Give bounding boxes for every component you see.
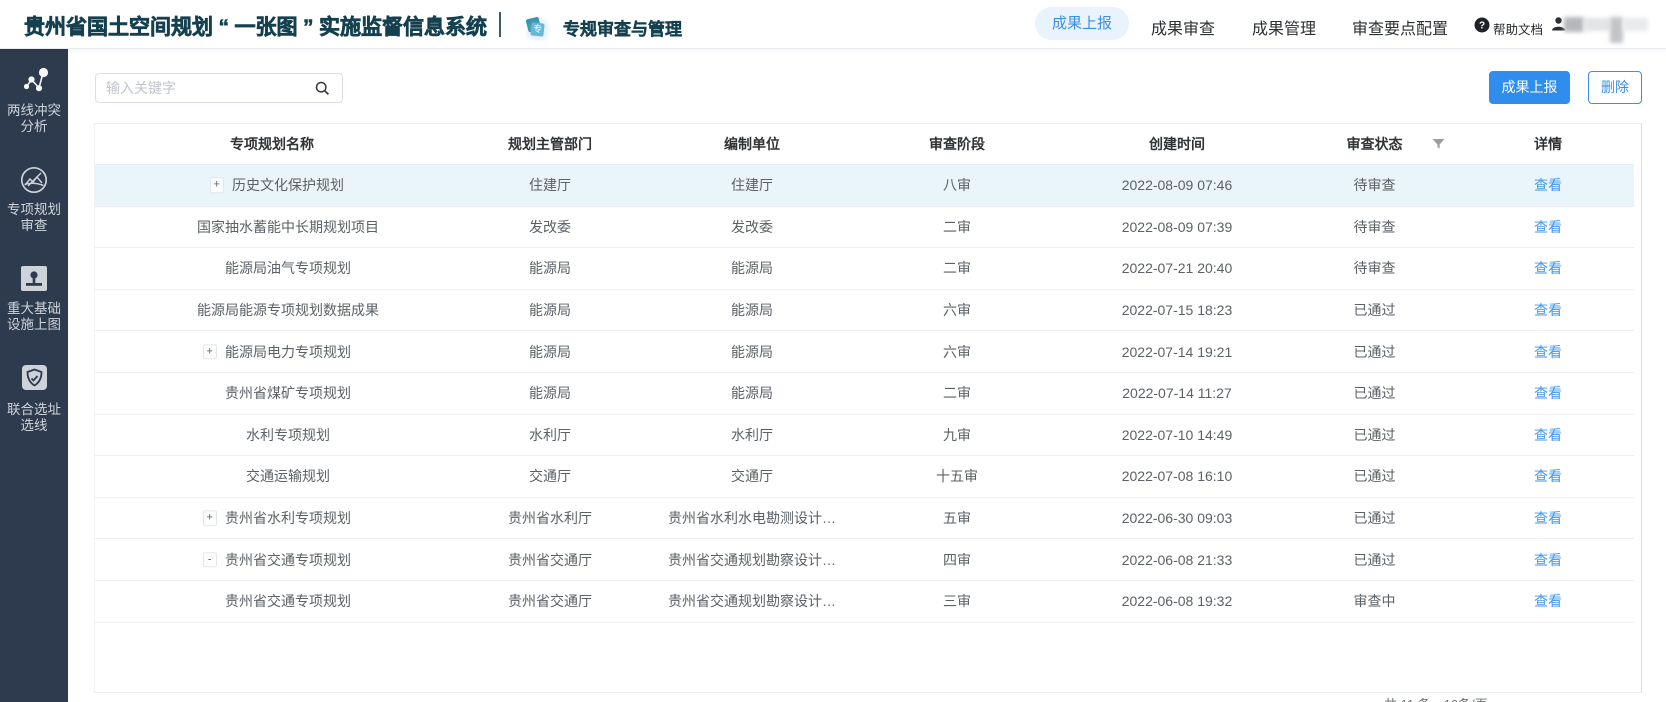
svg-text:?: ? <box>1479 21 1485 32</box>
